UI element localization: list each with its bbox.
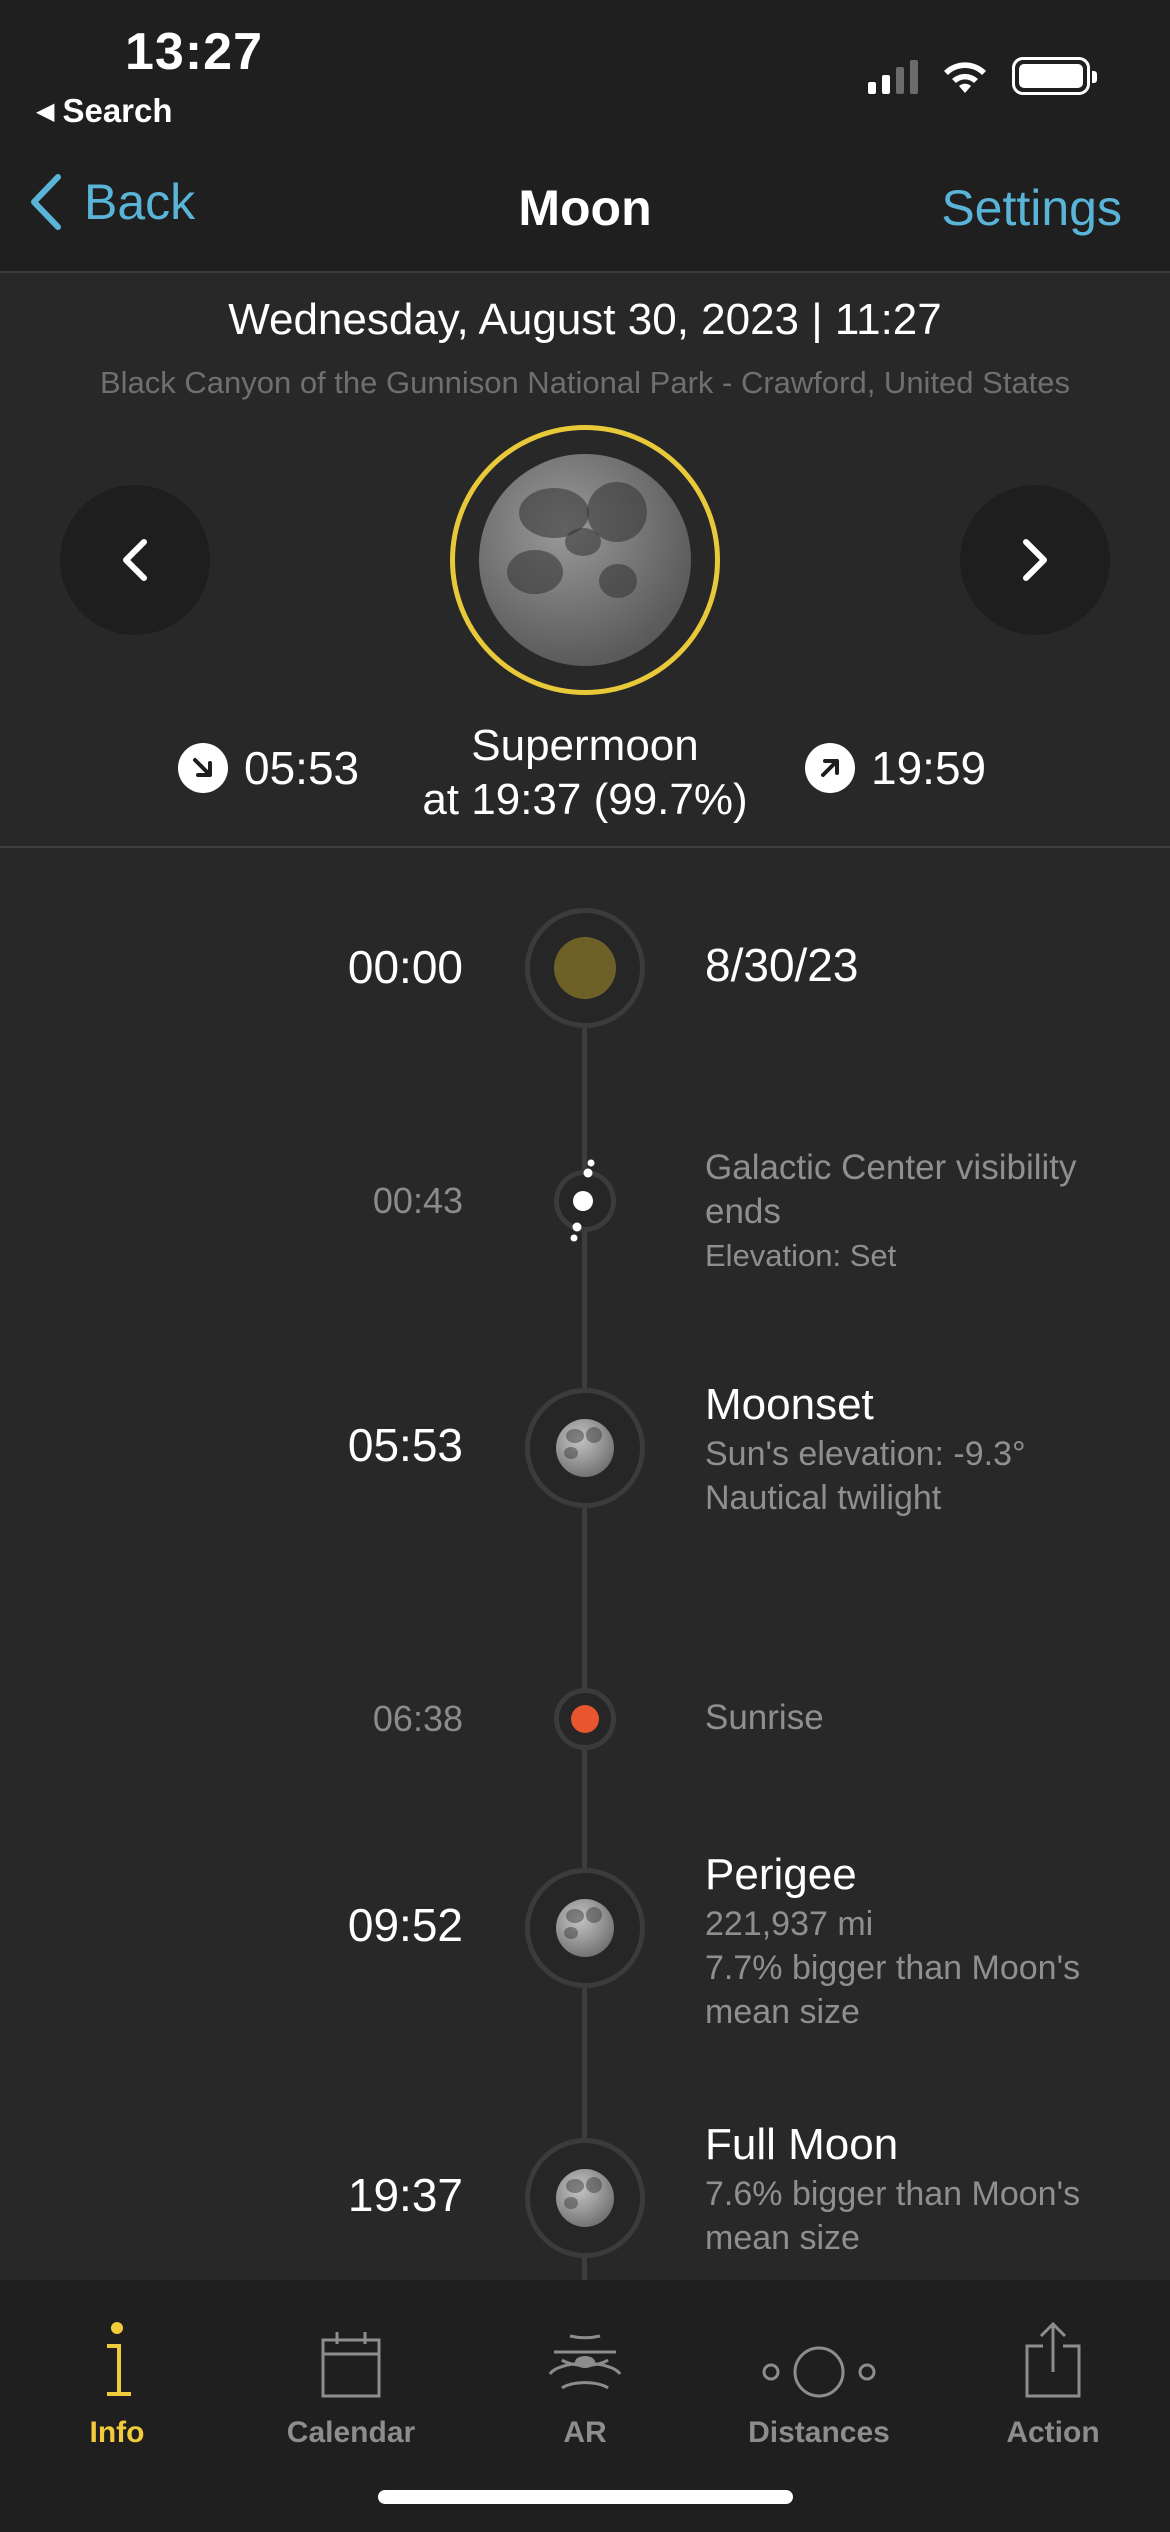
status-time: 13:27 [125, 23, 263, 81]
moon-summary: Wednesday, August 30, 2023 | 11:27 Black… [0, 273, 1170, 848]
wifi-icon [940, 57, 990, 95]
event-subtitle-2: Nautical twilight [705, 1479, 942, 1517]
night-node-icon [525, 908, 645, 1028]
back-triangle-icon: ◀ [36, 98, 55, 125]
moon-node-icon [525, 1388, 645, 1508]
home-indicator[interactable] [378, 2490, 793, 2504]
event-time: 00:00 [347, 941, 463, 993]
tab-info[interactable]: Info [0, 2310, 234, 2450]
distances-icon [702, 2310, 936, 2400]
phase-detail: at 19:37 (99.7%) [422, 775, 748, 824]
moonrise-arrow-icon [805, 743, 855, 793]
galactic-center-icon [554, 1159, 616, 1242]
tab-label: Calendar [286, 2416, 416, 2449]
status-bar: 13:27 ◀ Search [0, 0, 1170, 135]
moon-node-icon [525, 1868, 645, 1988]
navigation-bar: Back Moon Settings [0, 135, 1170, 273]
battery-icon [1012, 57, 1097, 95]
tab-action[interactable]: Action [936, 2310, 1170, 2450]
ar-icon [468, 2310, 702, 2400]
next-day-button[interactable] [960, 485, 1110, 635]
event-time: 00:43 [372, 1180, 463, 1221]
date-time-label[interactable]: Wednesday, August 30, 2023 | 11:27 [0, 295, 1170, 345]
phase-name: Supermoon [471, 721, 699, 770]
back-to-app-link[interactable]: ◀ Search [36, 92, 173, 130]
moon-node-icon [525, 2138, 645, 2258]
status-icons [868, 56, 1097, 96]
tab-label: Info [89, 2416, 145, 2449]
full-moon-icon [479, 454, 691, 666]
cellular-signal-icon [868, 58, 918, 94]
event-subtitle: Elevation: Set [705, 1238, 897, 1273]
event-time: 19:37 [347, 2169, 463, 2221]
tab-label: Distances [748, 2416, 890, 2449]
moon-phase-image[interactable] [450, 425, 720, 695]
event-time: 05:53 [347, 1419, 463, 1471]
tab-distances[interactable]: Distances [702, 2310, 936, 2450]
moonrise-time-value: 19:59 [871, 742, 987, 794]
event-title: Sunrise [705, 1698, 824, 1737]
timeline[interactable]: 00:00 8/30/23 00:43 Galactic Center visi… [0, 848, 1170, 2280]
moon-phase-label: Supermoon at 19:37 (99.7%) [0, 719, 1170, 827]
sunrise-node-icon [554, 1688, 616, 1750]
event-title: Moonset [705, 1380, 874, 1429]
moonrise-time: 19:59 [805, 741, 986, 795]
tab-ar[interactable]: AR [468, 2310, 702, 2450]
event-subtitle: 7.6% bigger than Moon's mean size [705, 2175, 1081, 2257]
event-date: 8/30/23 [705, 939, 859, 991]
back-app-label: Search [62, 92, 173, 129]
chevron-left-icon [123, 539, 147, 581]
tab-calendar[interactable]: Calendar [234, 2310, 468, 2450]
event-time: 09:52 [347, 1899, 463, 1951]
event-title: Perigee [705, 1850, 857, 1899]
info-icon [0, 2310, 234, 2400]
event-subtitle: Sun's elevation: -9.3° [705, 1435, 1026, 1473]
chevron-right-icon [1023, 539, 1047, 581]
event-title: Full Moon [705, 2120, 899, 2169]
event-title: Galactic Center visibility ends [705, 1148, 1077, 1231]
tab-label: AR [563, 2416, 607, 2449]
share-icon [936, 2310, 1170, 2400]
event-subtitle-2: 7.7% bigger than Moon's mean size [705, 1949, 1081, 2031]
calendar-icon [234, 2310, 468, 2400]
location-label[interactable]: Black Canyon of the Gunnison National Pa… [0, 365, 1170, 401]
settings-button[interactable]: Settings [941, 179, 1122, 237]
previous-day-button[interactable] [60, 485, 210, 635]
event-time: 06:38 [372, 1698, 463, 1739]
event-subtitle: 221,937 mi [705, 1905, 874, 1943]
tab-label: Action [1006, 2416, 1100, 2449]
